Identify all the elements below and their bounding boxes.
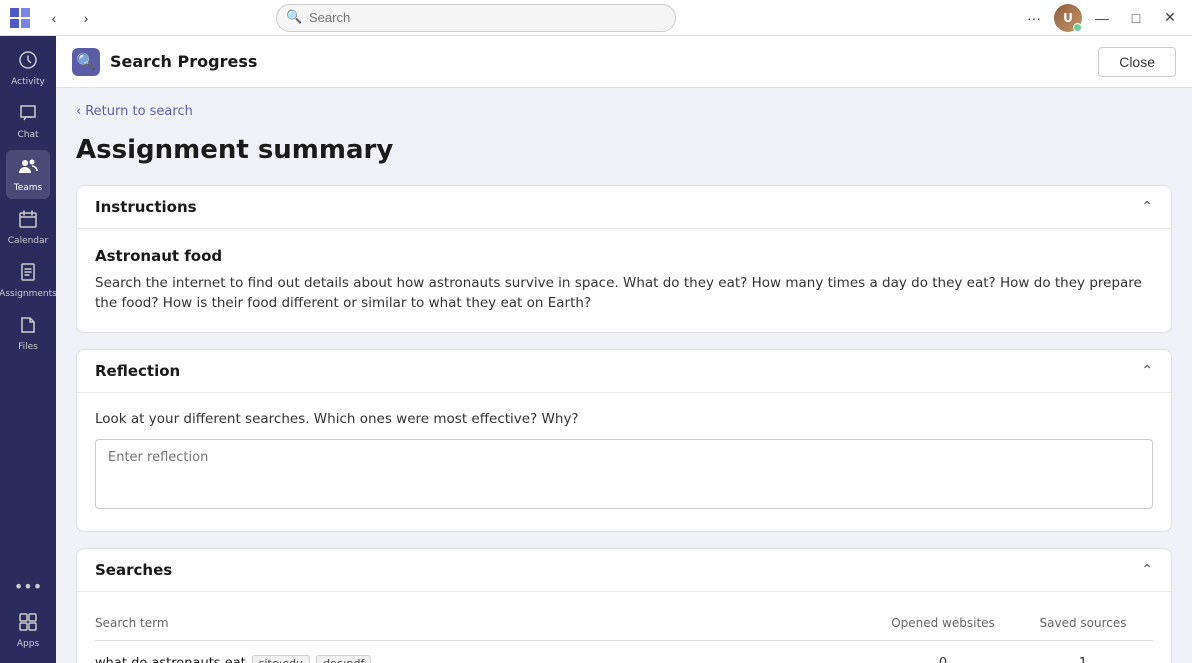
search-input[interactable] [276, 4, 676, 32]
table-row: what do astronauts eat site:edu doc:pdf … [95, 647, 1153, 663]
page-title: Assignment summary [76, 135, 1172, 165]
app-header-title: Search Progress [110, 52, 257, 71]
instructions-label: Instructions [95, 198, 1141, 216]
sidebar-item-assignments-label: Assignments [0, 289, 57, 299]
search-icon: 🔍 [286, 10, 302, 25]
searches-header[interactable]: Searches ⌃ [77, 549, 1171, 592]
assignments-icon [18, 262, 38, 287]
tag-doc-pdf: doc:pdf [316, 655, 371, 663]
chevron-left-icon: ‹ [76, 104, 81, 119]
instructions-body: Astronaut food Search the internet to fi… [77, 229, 1171, 332]
header-app-icon: 🔍 [72, 48, 100, 76]
search-bar: 🔍 [276, 4, 676, 32]
sidebar-item-chat-label: Chat [17, 130, 38, 140]
sidebar-item-more[interactable]: ••• [6, 571, 50, 602]
avatar-wrap[interactable]: U [1054, 4, 1082, 32]
reflection-body: Look at your different searches. Which o… [77, 393, 1171, 531]
more-dots-icon: ••• [14, 577, 42, 596]
searches-label: Searches [95, 561, 1141, 579]
search-term-1: what do astronauts eat [95, 656, 246, 663]
searches-table-header: Search term Opened websites Saved source… [95, 610, 1153, 641]
col-saved: Saved sources [1013, 616, 1153, 630]
sidebar-item-calendar[interactable]: Calendar [6, 203, 50, 252]
app-logo [8, 6, 32, 30]
sidebar-item-assignments[interactable]: Assignments [6, 256, 50, 305]
reflection-label: Reflection [95, 362, 1141, 380]
back-link-label: Return to search [85, 104, 193, 119]
calendar-icon [18, 209, 38, 234]
sidebar-item-files[interactable]: Files [6, 309, 50, 358]
reflection-header[interactable]: Reflection ⌃ [77, 350, 1171, 393]
reflection-section: Reflection ⌃ Look at your different sear… [76, 349, 1172, 532]
searches-chevron-icon: ⌃ [1141, 562, 1153, 578]
app-body: Activity Chat Teams [0, 36, 1192, 663]
col-search-term: Search term [95, 616, 873, 630]
reflection-prompt: Look at your different searches. Which o… [95, 411, 1153, 427]
instructions-section: Instructions ⌃ Astronaut food Search the… [76, 185, 1172, 333]
col-opened: Opened websites [873, 616, 1013, 630]
files-icon [18, 315, 38, 340]
sidebar-item-teams[interactable]: Teams [6, 150, 50, 199]
saved-count-1: 1 [1013, 656, 1153, 663]
page-content: ‹ Return to search Assignment summary In… [56, 88, 1192, 663]
nav-buttons: ‹ › [40, 4, 100, 32]
instructions-chevron-icon: ⌃ [1141, 199, 1153, 215]
sidebar-item-apps-label: Apps [17, 639, 39, 649]
tag-site-edu: site:edu [252, 655, 310, 663]
title-bar: ‹ › 🔍 ··· U — □ ✕ [0, 0, 1192, 36]
window-close-button[interactable]: ✕ [1156, 4, 1184, 32]
back-link[interactable]: ‹ Return to search [76, 104, 1172, 119]
reflection-input[interactable] [95, 439, 1153, 509]
searches-body: Search term Opened websites Saved source… [77, 592, 1171, 663]
sidebar-item-chat[interactable]: Chat [6, 97, 50, 146]
back-button[interactable]: ‹ [40, 4, 68, 32]
instructions-text: Search the internet to find out details … [95, 273, 1153, 314]
apps-icon [18, 612, 38, 637]
search-term-cell-1: what do astronauts eat site:edu doc:pdf [95, 655, 873, 663]
more-button[interactable]: ··· [1020, 4, 1048, 32]
maximize-button[interactable]: □ [1122, 4, 1150, 32]
sidebar-item-activity-label: Activity [11, 77, 45, 87]
sidebar: Activity Chat Teams [0, 36, 56, 663]
instructions-header[interactable]: Instructions ⌃ [77, 186, 1171, 229]
chat-icon [18, 103, 38, 128]
avatar-status [1073, 23, 1082, 32]
sidebar-item-activity[interactable]: Activity [6, 44, 50, 93]
sidebar-item-apps[interactable]: Apps [6, 606, 50, 655]
minimize-button[interactable]: — [1088, 4, 1116, 32]
forward-button[interactable]: › [72, 4, 100, 32]
sidebar-item-teams-label: Teams [14, 183, 42, 193]
sidebar-item-calendar-label: Calendar [8, 236, 48, 246]
instructions-heading: Astronaut food [95, 247, 1153, 265]
content-area: 🔍 Search Progress Close ‹ Return to sear… [56, 36, 1192, 663]
opened-count-1: 0 [873, 656, 1013, 663]
teams-icon [18, 156, 38, 181]
close-button[interactable]: Close [1098, 47, 1176, 77]
sidebar-item-files-label: Files [18, 342, 38, 352]
searches-table: Search term Opened websites Saved source… [95, 610, 1153, 663]
reflection-chevron-icon: ⌃ [1141, 363, 1153, 379]
app-header: 🔍 Search Progress Close [56, 36, 1192, 88]
searches-section: Searches ⌃ Search term Opened websites S… [76, 548, 1172, 663]
activity-icon [18, 50, 38, 75]
window-actions: ··· U — □ ✕ [1020, 4, 1184, 32]
